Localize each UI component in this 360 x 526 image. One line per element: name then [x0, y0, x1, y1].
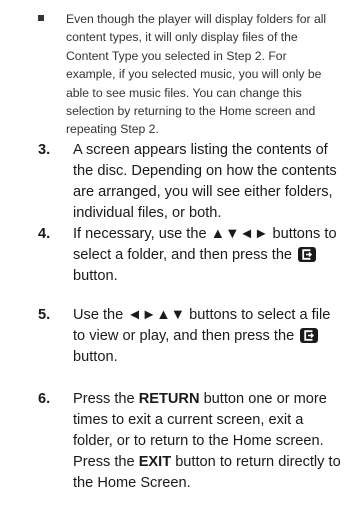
step-number: 5.: [38, 307, 51, 323]
step-text: If necessary, use the ▲▼◄► buttons to se…: [73, 224, 341, 287]
step-number: 6.: [38, 391, 51, 407]
step-number: 3.: [38, 142, 51, 158]
enter-icon: [298, 247, 317, 262]
exit-button-label: EXIT: [138, 454, 172, 470]
step-text-before: If necessary, use the ▲▼◄► buttons to se…: [73, 226, 337, 263]
step-number: 4.: [38, 226, 51, 242]
return-button-label: RETURN: [138, 391, 200, 407]
step-text: Press the RETURN button one or more time…: [73, 389, 341, 494]
note-text: Even though the player will display fold…: [66, 12, 327, 137]
square-bullet-icon: [38, 15, 44, 21]
note-bullet-item: Even though the player will display fold…: [38, 10, 338, 139]
manual-page: Even though the player will display fold…: [0, 0, 360, 526]
enter-icon: [300, 328, 319, 343]
step-text: A screen appears listing the contents of…: [73, 142, 337, 221]
step-text: Use the ◄►▲▼ buttons to select a file to…: [73, 305, 341, 368]
step-text-after: button.: [73, 268, 118, 284]
step-text-after: button.: [73, 349, 118, 365]
step-text-before: Use the ◄►▲▼ buttons to select a file to…: [73, 307, 331, 344]
step-text-a: Press the: [73, 391, 139, 407]
